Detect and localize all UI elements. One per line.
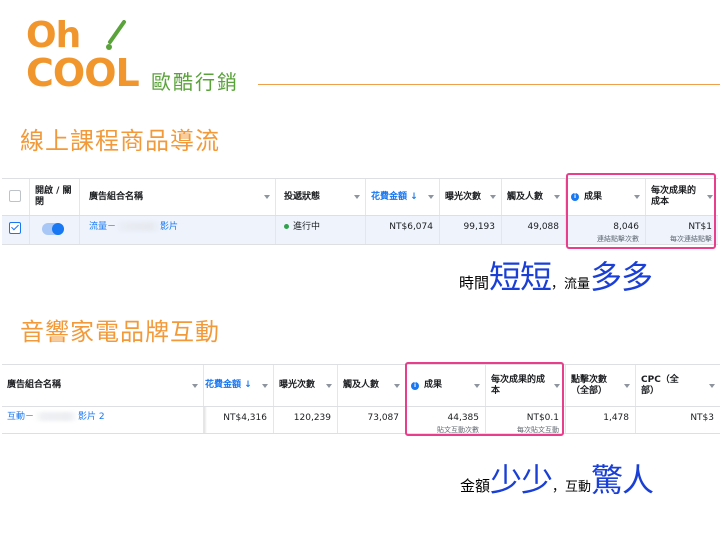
chevron-down-icon	[709, 383, 715, 388]
chevron-down-icon	[490, 195, 496, 199]
column-header-delivery[interactable]: 投遞狀態	[276, 179, 366, 215]
chevron-down-icon	[554, 195, 560, 199]
caption-emphasis: 短短	[489, 258, 552, 296]
redacted-text	[34, 412, 79, 421]
row-delivery-cell: 進行中	[276, 216, 366, 244]
chevron-down-icon	[394, 383, 400, 388]
chevron-down-icon	[264, 195, 270, 199]
row-spend-cell: NT$4,316	[204, 407, 274, 433]
row-spend-cell: NT$6,074	[366, 216, 440, 244]
impressions-value: 120,239	[293, 413, 331, 423]
chevron-down-icon	[192, 383, 198, 388]
brand-chinese-name: 歐酷行銷	[151, 70, 239, 94]
select-all-checkbox[interactable]	[9, 190, 21, 202]
column-header-impressions-label: 曝光次數	[279, 380, 316, 390]
ad-set-name-suffix: 影片	[160, 222, 179, 232]
column-header-toggle[interactable]: 開啟 / 關閉	[30, 179, 80, 215]
column-header-reach[interactable]: 觸及人數	[338, 365, 406, 406]
chevron-down-icon	[624, 383, 630, 388]
column-header-ad-set-name-label: 廣告組合名稱	[89, 191, 144, 202]
section-title-online-course: 線上課程商品導流	[20, 127, 220, 155]
row-ad-set-name-cell: 互動－ 影片 2	[2, 407, 204, 433]
column-header-reach[interactable]: 觸及人數	[502, 179, 566, 215]
delivery-status-text: 進行中	[293, 222, 321, 232]
logo-oh-text: Oh	[26, 15, 81, 56]
column-header-reach-label: 觸及人數	[507, 191, 544, 202]
column-header-spend-label: 花費金額 ↓	[371, 191, 418, 202]
ad-set-name-prefix: 互動－	[7, 412, 35, 422]
header-divider	[258, 84, 720, 85]
column-header-clicks-all-label: 點擊次數（全部）	[571, 374, 608, 396]
redacted-text	[116, 222, 161, 231]
chevron-down-icon	[354, 195, 360, 199]
spend-value: NT$6,074	[389, 222, 433, 232]
chevron-down-icon	[428, 195, 434, 199]
caption-text: 時間	[459, 274, 490, 292]
caption-text: 金額	[460, 477, 491, 495]
chevron-down-icon	[262, 383, 268, 388]
chevron-down-icon	[326, 383, 332, 388]
spend-value: NT$4,316	[223, 413, 267, 423]
column-header-toggle-label: 開啟 / 關閉	[35, 186, 72, 207]
highlight-box-results	[566, 173, 716, 249]
column-header-reach-label: 觸及人數	[343, 380, 380, 390]
column-header-spend[interactable]: 花費金額 ↓	[366, 179, 440, 215]
caption-traffic: 時間短短，流量多多	[459, 252, 653, 298]
column-header-ad-set-name[interactable]: 廣告組合名稱	[2, 365, 204, 406]
impressions-value: 99,193	[463, 222, 496, 232]
column-header-cpc-all[interactable]: CPC（全部）	[636, 365, 720, 406]
ad-set-table-engagement: 廣告組合名稱 花費金額 ↓ 曝光次數 觸及人數 i 成果 每次成果的成本 點擊次…	[2, 364, 720, 434]
table-header-row: 廣告組合名稱 花費金額 ↓ 曝光次數 觸及人數 i 成果 每次成果的成本 點擊次…	[2, 365, 720, 407]
logo-cool-text: COOL	[26, 51, 140, 95]
reach-value: 73,087	[367, 413, 400, 423]
row-checkbox[interactable]	[9, 222, 21, 234]
caption-text: ，互動	[552, 480, 592, 495]
row-toggle-cell	[30, 216, 80, 244]
ad-set-toggle[interactable]	[42, 223, 64, 235]
caption-emphasis: 驚人	[591, 461, 654, 499]
column-header-delivery-label: 投遞狀態	[284, 191, 321, 202]
status-active-dot	[284, 224, 289, 229]
header-select-cell	[2, 179, 30, 215]
toggle-knob	[52, 223, 64, 235]
row-reach-cell: 73,087	[338, 407, 406, 433]
column-header-spend[interactable]: 花費金額 ↓	[204, 365, 274, 406]
row-select-cell	[2, 216, 30, 244]
column-header-spend-label: 花費金額 ↓	[205, 380, 252, 390]
column-header-impressions[interactable]: 曝光次數	[274, 365, 338, 406]
column-header-impressions-label: 曝光次數	[445, 191, 482, 202]
logo-spark-icon	[106, 20, 126, 50]
check-icon	[11, 222, 19, 231]
column-header-clicks-all[interactable]: 點擊次數（全部）	[566, 365, 636, 406]
table-row[interactable]: 互動－ 影片 2 NT$4,316 120,239 73,087 44,385 貼…	[2, 407, 720, 434]
column-header-cpc-all-label: CPC（全部）	[641, 374, 679, 396]
reach-value: 49,088	[527, 222, 560, 232]
logo: Oh COOL	[26, 15, 148, 95]
cpc-all-value: NT$3	[690, 413, 714, 423]
row-clicks-all-cell: 1,478	[566, 407, 636, 433]
column-header-ad-set-name[interactable]: 廣告組合名稱	[80, 179, 276, 215]
ad-set-name-link[interactable]: 流量－ 影片	[89, 222, 178, 232]
ad-set-name-prefix: 流量－	[89, 222, 117, 232]
caption-emphasis: 多多	[590, 258, 653, 296]
section-title-audio-brand: 音響家電品牌互動	[20, 318, 220, 346]
row-ad-set-name-cell: 流量－ 影片	[80, 216, 276, 244]
column-header-impressions[interactable]: 曝光次數	[440, 179, 502, 215]
highlight-box-results	[405, 362, 564, 436]
row-cpc-all-cell: NT$3	[636, 407, 720, 433]
row-reach-cell: 49,088	[502, 216, 566, 244]
row-impressions-cell: 120,239	[274, 407, 338, 433]
clicks-all-value: 1,478	[603, 413, 629, 423]
caption-text: ，流量	[551, 277, 591, 292]
caption-engagement: 金額少少，互動驚人	[460, 455, 654, 501]
ad-set-name-link[interactable]: 互動－ 影片 2	[7, 412, 105, 422]
column-header-ad-set-name-label: 廣告組合名稱	[7, 380, 62, 390]
row-impressions-cell: 99,193	[440, 216, 502, 244]
ad-set-name-suffix: 影片 2	[78, 412, 105, 422]
caption-emphasis: 少少	[490, 461, 553, 499]
